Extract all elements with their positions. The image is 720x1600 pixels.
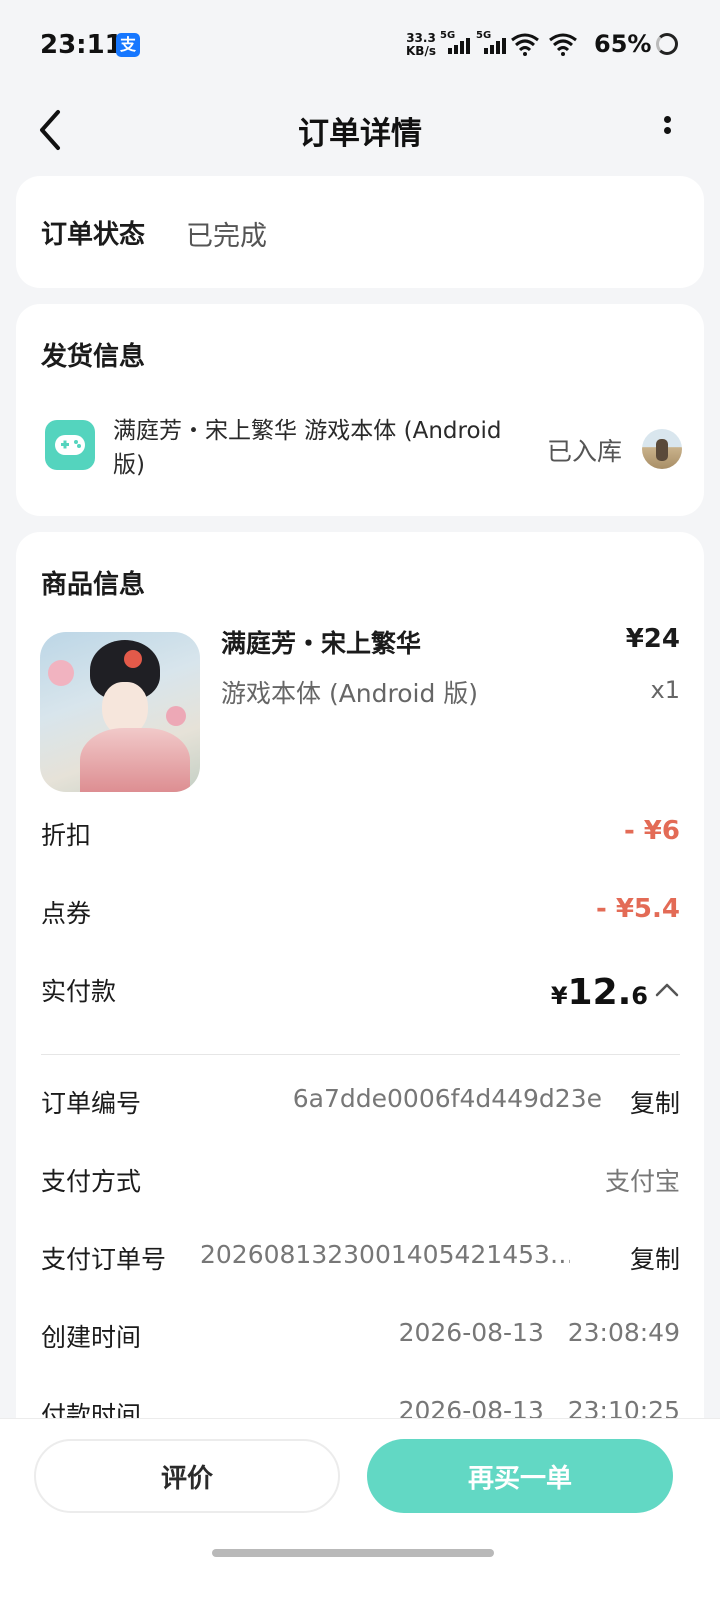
goods-name[interactable]: 满庭芳・宋上繁华 <box>221 624 421 660</box>
gamepad-icon <box>45 420 95 470</box>
rebuy-button[interactable]: 再买一单 <box>367 1439 673 1513</box>
battery-icon <box>656 33 678 55</box>
game-cover-image[interactable] <box>40 632 200 792</box>
order-no-label: 订单编号 <box>41 1089 142 1118</box>
coupon-value: - ¥5.4 <box>596 894 680 924</box>
pay-order-no-label: 支付订单号 <box>41 1245 167 1274</box>
signal-icon: 5G <box>440 30 470 60</box>
created-time-label: 创建时间 <box>41 1323 142 1352</box>
shipping-state: 已入库 <box>547 437 623 466</box>
shipping-item-name: 满庭芳・宋上繁华 游戏本体 (Android 版) <box>113 418 502 478</box>
wifi-icon <box>549 33 577 56</box>
order-status-card: 订单状态 已完成 <box>16 176 704 288</box>
home-indicator[interactable] <box>212 1549 494 1557</box>
paid-decimal: 6 <box>631 982 648 1010</box>
order-status-label: 订单状态 <box>41 220 146 250</box>
bottom-action-bar: 评价 再买一单 <box>0 1418 720 1600</box>
copy-pay-order-no-button[interactable]: 复制 <box>630 1240 680 1276</box>
pay-method-value: 支付宝 <box>604 1167 680 1196</box>
discount-value: - ¥6 <box>623 816 680 846</box>
order-status-value: 已完成 <box>186 221 267 252</box>
shipping-title: 发货信息 <box>41 342 146 372</box>
wifi-icon <box>511 33 539 56</box>
chevron-up-icon[interactable] <box>654 980 680 1000</box>
status-time: 23:11 <box>40 30 123 60</box>
created-time-value: 2026-08-13 23:08:49 <box>398 1318 680 1347</box>
battery-level: 65% <box>594 30 652 58</box>
goods-variant: 游戏本体 (Android 版) <box>221 679 479 708</box>
pay-method-label: 支付方式 <box>41 1167 142 1196</box>
status-bar: 23:11 支 33.3 KB/s 5G 5G 65% <box>0 0 720 90</box>
signal-icon: 5G <box>476 30 506 60</box>
discount-label: 折扣 <box>41 821 92 850</box>
review-button[interactable]: 评价 <box>34 1439 340 1513</box>
goods-quantity: x1 <box>650 676 680 704</box>
alipay-notification-icon: 支 <box>116 33 140 57</box>
paid-label: 实付款 <box>41 977 117 1006</box>
coupon-label: 点券 <box>41 899 92 928</box>
network-speed: 33.3 KB/s <box>406 32 436 58</box>
paid-currency: ¥ <box>550 982 568 1010</box>
more-options-icon[interactable] <box>652 112 682 148</box>
network-speed-unit: KB/s <box>406 44 436 58</box>
page-title: 订单详情 <box>298 116 422 152</box>
divider <box>41 1054 680 1055</box>
avatar <box>642 429 682 469</box>
paid-amount: ¥12.6 <box>551 972 648 1013</box>
pay-order-no-value: 202608132300140542145​3… <box>200 1240 570 1269</box>
order-no-value: 6a7dde0006f4d449d23e <box>292 1084 602 1113</box>
paid-integer: 12. <box>567 972 632 1013</box>
shipping-card: 发货信息 满庭芳・宋上繁华 游戏本体 (Android 版) 已入库 <box>16 304 704 516</box>
copy-order-no-button[interactable]: 复制 <box>630 1084 680 1120</box>
goods-card: 商品信息 满庭芳・宋上繁华 ¥24 游戏本体 (Android 版) x1 折扣… <box>16 532 704 1462</box>
goods-title: 商品信息 <box>41 570 146 600</box>
goods-price: ¥24 <box>625 624 680 654</box>
nav-bar: 订单详情 <box>0 90 720 170</box>
